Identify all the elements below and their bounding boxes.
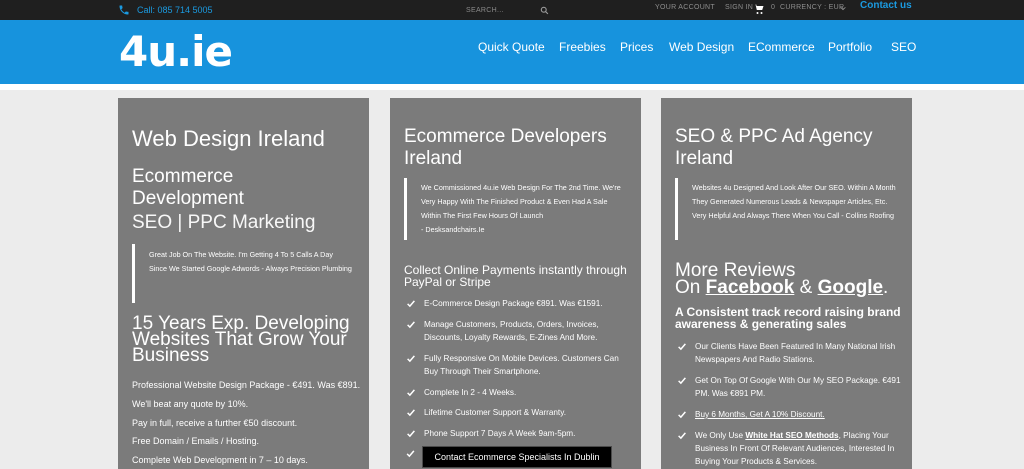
site-header: 4u.ie Quick Quote Freebies Prices Web De… [0, 20, 1024, 84]
ecommerce-panel: Ecommerce Developers Ireland We Commissi… [390, 98, 641, 469]
check-icon [407, 389, 415, 397]
check-icon [407, 355, 415, 363]
search-icon[interactable] [540, 6, 549, 15]
feature-text: Fully Responsive On Mobile Devices. Cust… [424, 354, 619, 376]
experience-heading: 15 Years Exp. Developing Websites That G… [132, 313, 350, 366]
facebook-reviews-link[interactable]: Facebook [706, 277, 795, 298]
discount-link[interactable]: Buy 6 Months, Get A 10% Discount. [695, 408, 825, 421]
offer-line: Complete Web Development in 7 – 10 days. [132, 455, 308, 465]
check-icon [407, 300, 415, 308]
check-icon [406, 450, 415, 458]
feature-item: Complete In 2 - 4 Weeks. [406, 386, 634, 399]
chevron-down-icon[interactable] [840, 6, 846, 11]
search-box [466, 3, 552, 17]
check-icon [407, 409, 415, 417]
dot-text: . [883, 277, 889, 298]
nav-quick-quote[interactable]: Quick Quote [478, 40, 545, 54]
feature-text: Lifetime Customer Support & Warranty. [424, 408, 566, 417]
check-icon [678, 343, 686, 351]
phone-link[interactable]: Call: 085 714 5005 [118, 2, 213, 18]
feature-text: E-Commerce Design Package €891. Was €159… [424, 299, 603, 308]
top-bar: Call: 085 714 5005 YOUR ACCOUNT SIGN IN … [0, 0, 1024, 20]
panel-title: Web Design Ireland [132, 126, 325, 151]
feature-item: Buy 6 Months, Get A 10% Discount. [677, 408, 905, 421]
site-logo[interactable]: 4u.ie [119, 29, 233, 75]
cart-count[interactable]: 0 [771, 4, 775, 11]
header-divider [0, 84, 1024, 90]
seo-panel: SEO & PPC Ad Agency Ireland Websites 4u … [661, 98, 912, 469]
payments-heading: Collect Online Payments instantly throug… [404, 263, 627, 289]
check-icon [678, 432, 686, 440]
testimonial-quote: Websites 4u Designed And Look After Our … [675, 178, 897, 240]
reviews-links: On Facebook & Google. [675, 277, 905, 298]
phone-icon [119, 5, 129, 15]
feature-text: Our Clients Have Been Featured In Many N… [695, 342, 896, 364]
feature-item: Phone Support 7 Days A Week 9am-5pm. [406, 427, 634, 440]
panel-subtitle-2: SEO | PPC Marketing [132, 212, 316, 233]
amp-text: & [799, 277, 813, 298]
contact-us-link[interactable]: Contact us [860, 0, 912, 11]
check-icon [678, 377, 686, 385]
offer-line: Pay in full, receive a further €50 disco… [132, 418, 298, 428]
feature-item: Fully Responsive On Mobile Devices. Cust… [406, 352, 634, 378]
testimonial-quote: Great Job On The Website. I'm Getting 4 … [132, 244, 352, 303]
feature-text: Complete In 2 - 4 Weeks. [424, 388, 517, 397]
testimonial-quote: We Commissioned 4u.ie Web Design For The… [404, 178, 626, 240]
search-input[interactable] [466, 6, 536, 14]
cart-icon[interactable] [753, 3, 765, 15]
testimonial-text: We Commissioned 4u.ie Web Design For The… [421, 183, 621, 220]
feature-item: We Only Use White Hat SEO Methods, Placi… [677, 429, 905, 468]
nav-prices[interactable]: Prices [620, 40, 653, 54]
more-reviews-heading: More Reviews On Facebook & Google. [675, 261, 905, 298]
nav-web-design[interactable]: Web Design [669, 40, 734, 54]
feature-item: E-Commerce Design Package €891. Was €159… [406, 297, 634, 310]
panel-title: SEO & PPC Ad Agency Ireland [675, 126, 873, 169]
feature-text: Phone Support 7 Days A Week 9am-5pm. [424, 429, 576, 438]
feature-item: Get On Top Of Google With Our My SEO Pac… [677, 374, 905, 400]
offer-line: Professional Website Design Package - €4… [132, 380, 361, 390]
sign-in-link[interactable]: SIGN IN [725, 4, 753, 11]
currency-selector[interactable]: CURRENCY : EUR [780, 4, 844, 11]
feature-text: Manage Customers, Products, Orders, Invo… [424, 320, 599, 342]
feature-text-pre: We Only Use [695, 431, 744, 440]
offer-line: We'll beat any quote by 10%. [132, 399, 249, 409]
check-icon [678, 411, 686, 419]
check-icon [407, 430, 415, 438]
panel-subtitle: Ecommerce Development [132, 166, 244, 209]
offer-line: Free Domain / Emails / Hosting. [132, 436, 260, 446]
nav-portfolio[interactable]: Portfolio [828, 40, 872, 54]
your-account-link[interactable]: YOUR ACCOUNT [655, 4, 715, 11]
white-hat-seo-link[interactable]: White Hat SEO Methods [745, 431, 838, 440]
web-design-panel: Web Design Ireland Ecommerce Development… [118, 98, 369, 469]
feature-item: Our Clients Have Been Featured In Many N… [677, 340, 905, 366]
check-icon [407, 321, 415, 329]
contact-ecommerce-button[interactable]: Contact Ecommerce Specialists In Dublin [422, 446, 612, 468]
feature-text: We Only Use White Hat SEO Methods, Placi… [695, 429, 905, 468]
testimonial-author: - Desksandchairs.Ie [421, 225, 485, 234]
feature-item: Manage Customers, Products, Orders, Invo… [406, 318, 634, 344]
nav-ecommerce[interactable]: ECommerce [748, 40, 815, 54]
google-reviews-link[interactable]: Google [818, 277, 883, 298]
phone-number: Call: 085 714 5005 [137, 5, 213, 15]
nav-freebies[interactable]: Freebies [559, 40, 606, 54]
feature-text: Get On Top Of Google With Our My SEO Pac… [695, 376, 901, 398]
panel-title: Ecommerce Developers Ireland [404, 126, 607, 169]
tagline: A Consistent track record raising brand … [675, 305, 901, 331]
feature-item: Lifetime Customer Support & Warranty. [406, 406, 634, 419]
on-text: On [675, 277, 701, 298]
nav-seo[interactable]: SEO [891, 40, 916, 54]
